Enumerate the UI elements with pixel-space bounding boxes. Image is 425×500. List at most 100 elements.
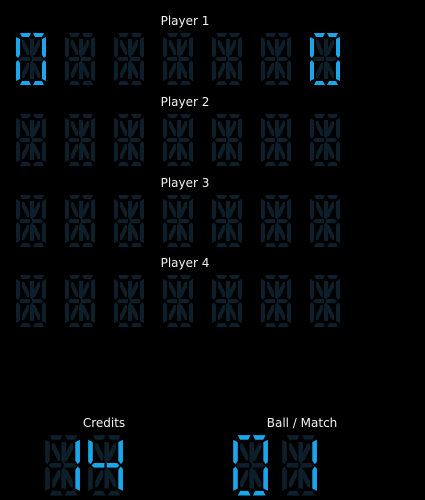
segment-l [169,305,176,320]
segment-l [71,225,78,240]
segment-h [218,121,225,136]
segment-f [261,199,265,220]
segment-d1 [265,162,276,166]
segment-d2 [327,243,338,247]
segment-h [316,202,323,217]
segment-k [229,282,236,297]
segment-d2 [229,243,240,247]
segment-g1 [313,138,324,142]
segment-a1 [20,195,31,199]
segment-h [120,202,127,217]
segment-d1 [167,162,178,166]
segment-a1 [69,275,80,279]
segment-d2 [82,81,93,85]
segment-f [261,37,265,58]
segment-a2 [301,435,315,440]
segment-k [82,121,89,136]
segment-d1 [314,81,325,85]
segment-d2 [107,490,121,496]
segment-a1 [265,114,276,118]
player-3-score-display-digit-1 [15,194,47,248]
segment-a2 [327,275,338,279]
segment-g2 [228,299,239,303]
segment-d [238,302,242,323]
segment-d2 [131,162,142,166]
segment-c2 [104,466,110,489]
segment-a2 [33,195,44,199]
segment-j [91,118,95,139]
segment-c2 [30,60,34,79]
segment-a1 [286,435,300,440]
segment-d [287,222,291,243]
segment-g2 [179,299,190,303]
segment-k [229,121,236,136]
segment-e [310,141,314,162]
segment-a1 [216,275,227,279]
segment-c1 [226,120,230,139]
segment-g2 [179,138,190,142]
segment-a2 [82,33,93,37]
segment-c1 [298,442,304,465]
segment-g2 [130,219,141,223]
segment-a1 [314,275,325,279]
segment-k [278,282,285,297]
segment-d1 [286,490,300,496]
segment-e [16,60,20,81]
segment-k [327,202,334,217]
segment-h [71,202,78,217]
segment-g1 [166,57,177,61]
segment-j [140,118,144,139]
segment-h [316,40,323,55]
segment-j [238,37,242,58]
segment-d1 [167,81,178,85]
segment-c2 [324,60,328,79]
segment-j [140,199,144,220]
segment-f [310,118,314,139]
segment-a2 [33,33,44,37]
segment-c1 [128,201,132,220]
segment-c1 [30,120,34,139]
segment-k [180,202,187,217]
player-1-score-display-digit-5 [211,32,243,86]
segment-m [229,63,236,78]
player-1-score-display-digit-6 [260,32,292,86]
segment-h [267,282,274,297]
segment-k [82,282,89,297]
segment-l [71,63,78,78]
segment-e [114,222,118,243]
segment-l [71,305,78,320]
segment-m [82,144,89,159]
segment-c1 [324,39,328,58]
segment-c2 [79,222,83,241]
segment-c2 [79,141,83,160]
segment-c1 [79,39,83,58]
segment-c1 [128,281,132,300]
segment-g2 [106,462,120,468]
segment-a1 [314,195,325,199]
segment-a1 [49,435,63,440]
segment-h [22,121,29,136]
segment-d1 [92,490,106,496]
segment-k [107,443,117,461]
segment-m [278,63,285,78]
segment-a1 [216,195,227,199]
segment-f [163,279,167,300]
segment-a2 [327,33,338,37]
segment-j [75,439,80,465]
segment-d [238,141,242,162]
segment-g2 [130,299,141,303]
segment-j [140,279,144,300]
player-1-score-display [15,32,341,86]
segment-d [238,222,242,243]
segment-a1 [265,275,276,279]
segment-c2 [275,141,279,160]
segment-d2 [33,323,44,327]
segment-d1 [69,323,80,327]
segment-d1 [167,243,178,247]
segment-d2 [278,162,289,166]
segment-g2 [277,138,288,142]
segment-e [114,141,118,162]
segment-l [120,63,127,78]
segment-f [114,199,118,220]
segment-m [252,469,261,488]
